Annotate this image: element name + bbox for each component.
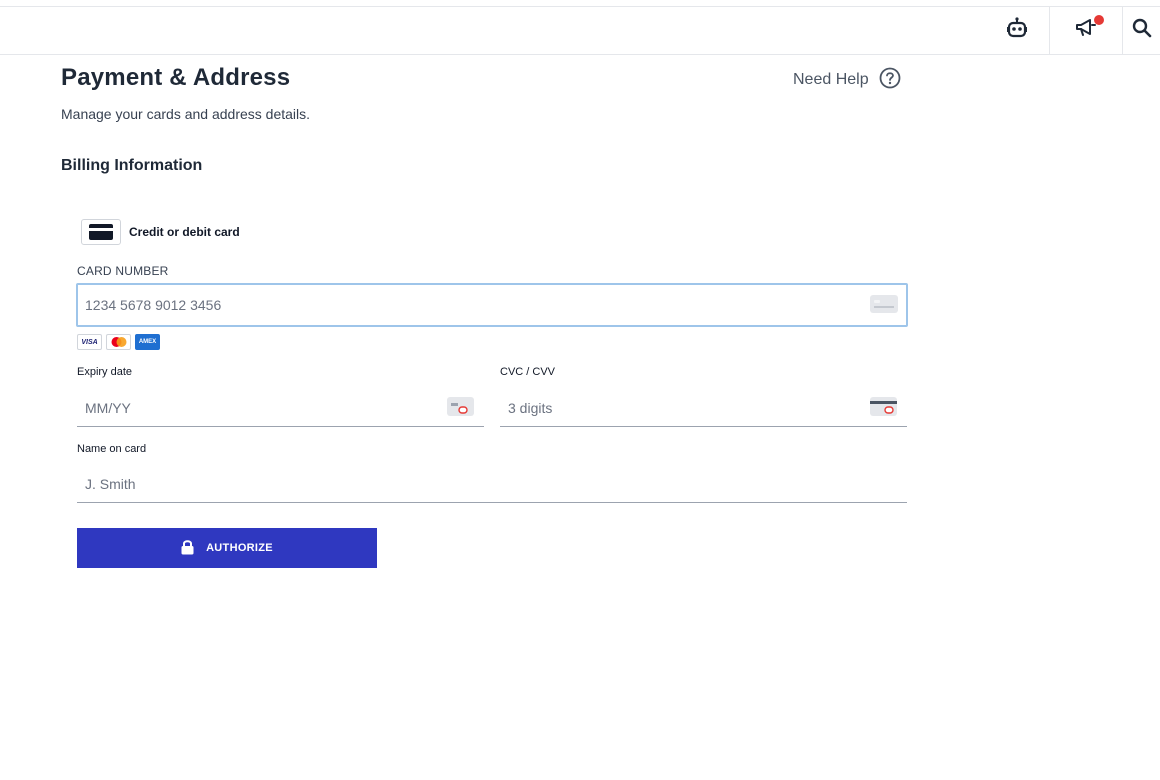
card-brands: VISA AMEX (77, 334, 160, 350)
mastercard-icon (106, 334, 131, 350)
payment-method-option[interactable]: Credit or debit card (81, 219, 240, 245)
search-button[interactable] (1122, 7, 1160, 54)
lock-icon (181, 539, 194, 558)
cvc-field (500, 387, 907, 427)
announcements-button[interactable] (1049, 7, 1122, 54)
cvc-label: CVC / CVV (500, 366, 556, 378)
expiry-input[interactable] (85, 393, 385, 423)
name-on-card-field (77, 463, 907, 503)
amex-icon: AMEX (135, 334, 160, 350)
card-cvc-icon (870, 397, 897, 421)
card-number-label: CARD NUMBER (77, 264, 169, 278)
page-subtitle: Manage your cards and address details. (61, 106, 311, 122)
need-help-label: Need Help (793, 71, 869, 88)
notification-dot (1094, 15, 1104, 25)
expiry-field (77, 387, 484, 427)
authorize-button[interactable]: AUTHORIZE (77, 528, 377, 568)
authorize-label: AUTHORIZE (206, 542, 273, 554)
question-circle-icon (879, 67, 901, 94)
generic-card-icon (870, 295, 898, 318)
page-title: Payment & Address (61, 64, 291, 91)
name-on-card-label: Name on card (77, 443, 147, 455)
visa-icon: VISA (77, 334, 102, 350)
card-expiry-icon (447, 397, 474, 421)
card-number-field (76, 283, 908, 327)
card-number-input[interactable] (85, 285, 855, 325)
expiry-label: Expiry date (77, 366, 133, 378)
cvc-input[interactable] (508, 393, 808, 423)
assistant-button[interactable] (984, 7, 1049, 54)
top-bar (0, 6, 1160, 55)
need-help-link[interactable]: Need Help (793, 67, 901, 94)
search-icon (1132, 18, 1152, 43)
robot-icon (1006, 17, 1028, 44)
name-on-card-input[interactable] (85, 469, 385, 499)
payment-method-label: Credit or debit card (129, 225, 240, 239)
credit-card-icon (81, 219, 121, 245)
section-title: Billing Information (61, 157, 203, 174)
